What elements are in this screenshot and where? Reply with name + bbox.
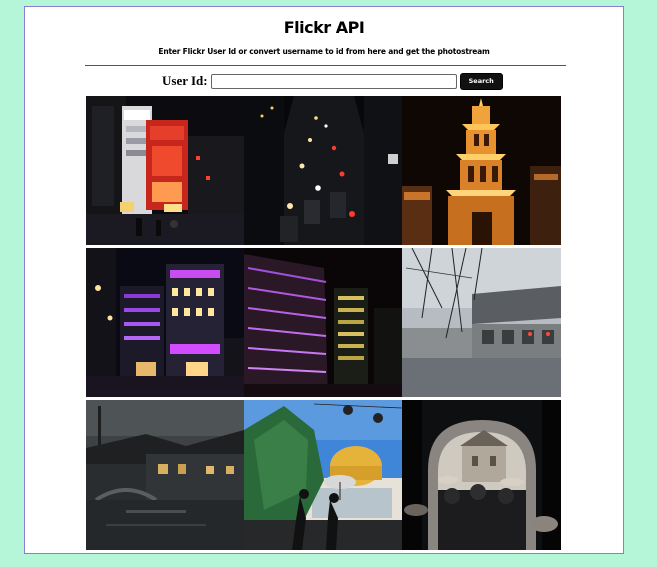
photo-rainy-houses-image [402,248,561,397]
search-form: User Id: Search [162,71,503,91]
photo-traffic-image [244,96,402,245]
photo-tile[interactable] [86,248,244,397]
page-subtitle: Enter Flickr User Id or convert username… [158,47,490,56]
photo-gallery [86,96,561,550]
page-title: Flickr API [283,18,365,37]
photo-tile[interactable] [244,96,402,245]
photo-tile[interactable] [86,96,244,245]
main-panel: Flickr API Enter Flickr User Id or conve… [24,6,624,554]
photo-tile[interactable] [402,400,561,550]
photo-pagoda-image [402,96,561,245]
user-id-input[interactable] [210,73,457,89]
search-button[interactable]: Search [459,72,503,90]
photo-tile[interactable] [402,248,561,397]
photo-archway-image [402,400,561,550]
photo-tile[interactable] [402,96,561,245]
photo-night-street-image [86,96,244,245]
photo-golden-dome-image [244,400,402,550]
photo-neon-street-image [86,248,244,397]
photo-tile[interactable] [244,400,402,550]
photo-tile[interactable] [244,248,402,397]
user-id-label: User Id: [162,73,208,88]
photo-tile[interactable] [86,400,244,550]
photo-canal-town-image [86,400,244,550]
photo-buildings-image [244,248,402,397]
divider [85,65,566,66]
